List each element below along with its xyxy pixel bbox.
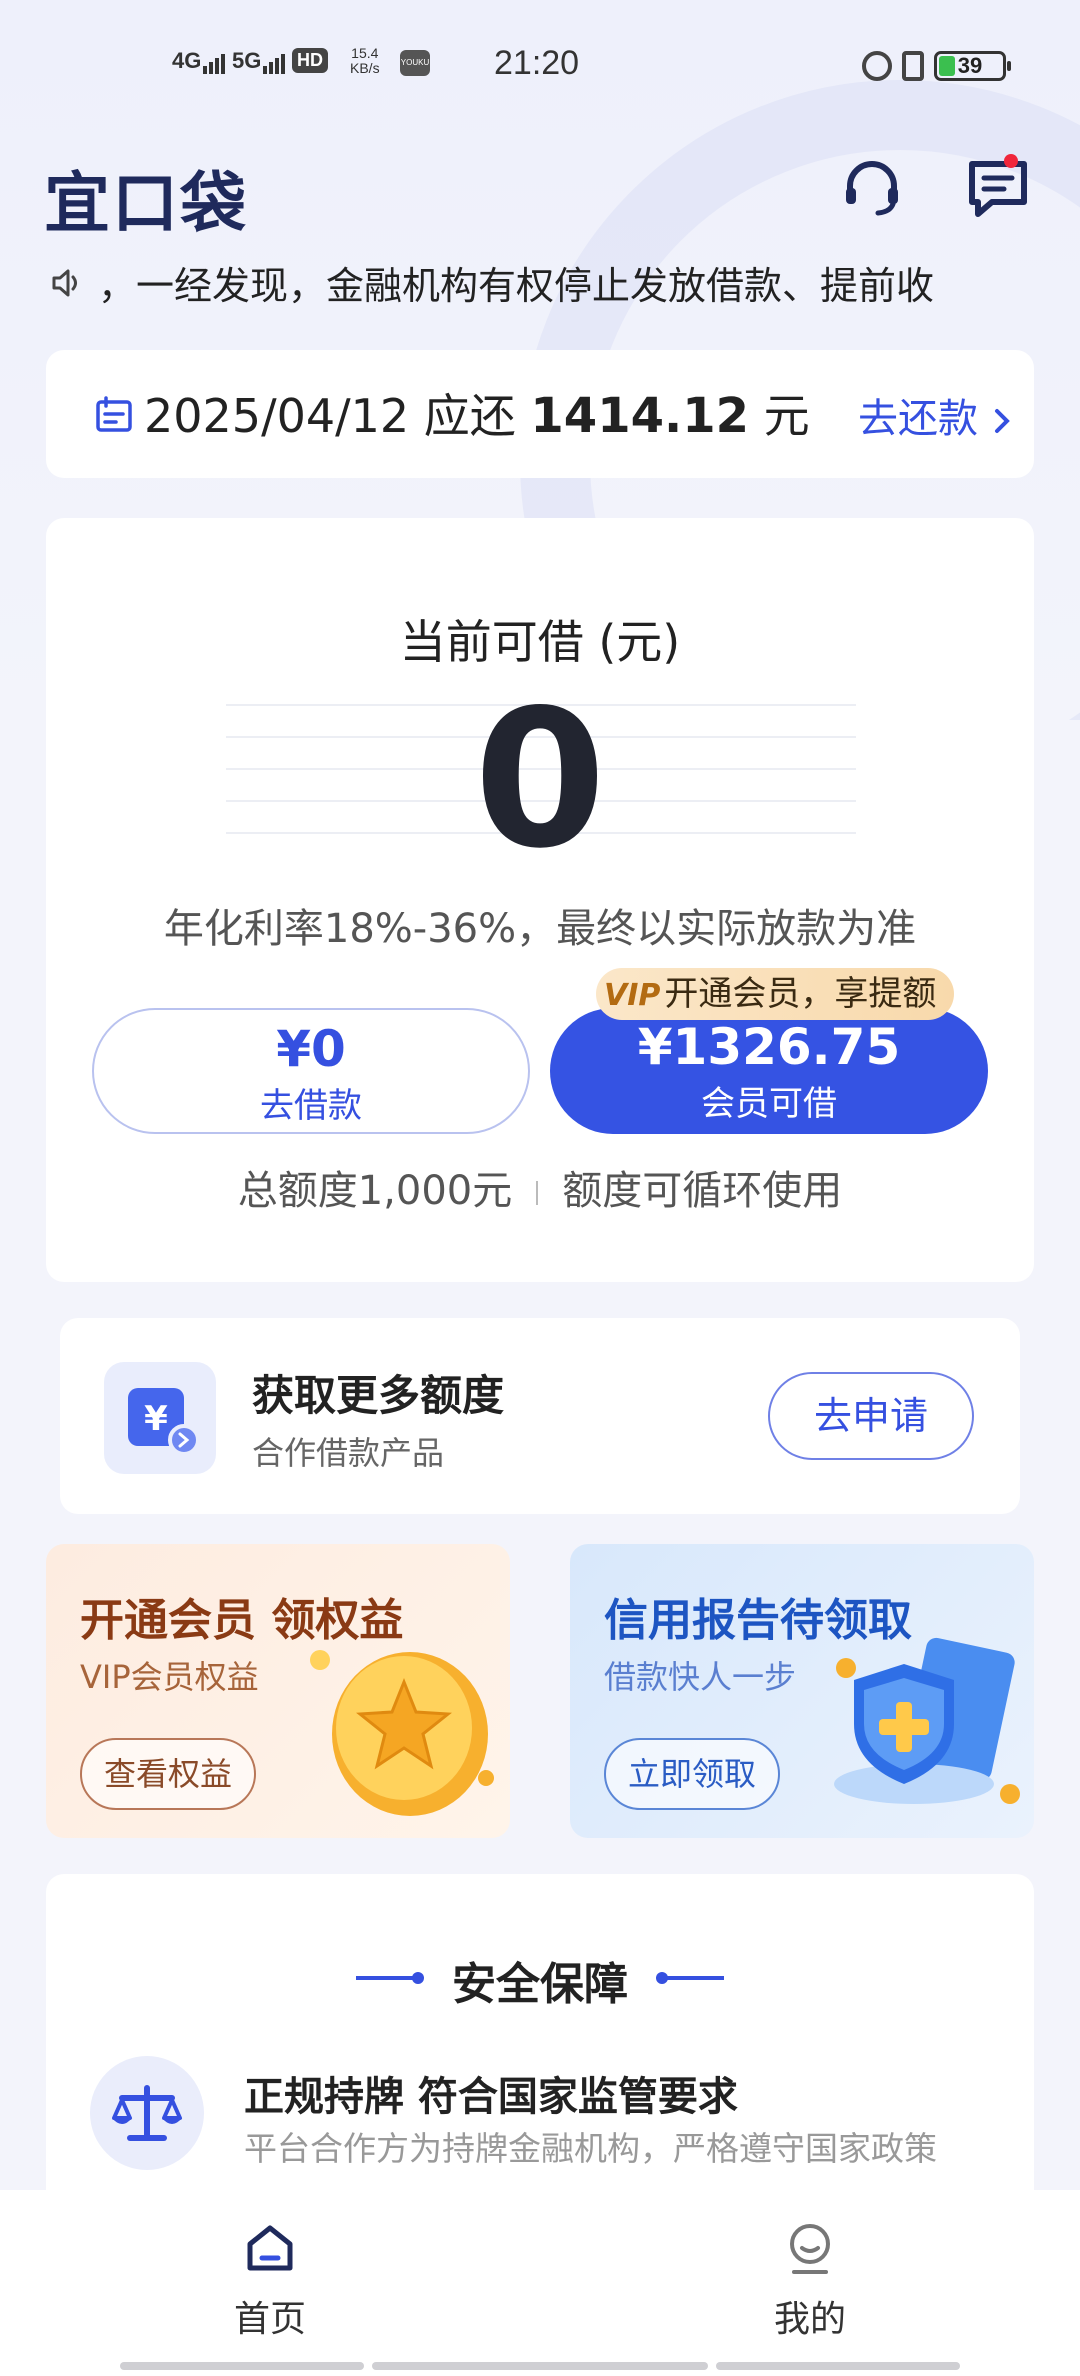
more-quota-card[interactable]: ¥ 获取更多额度 合作借款产品 去申请 <box>60 1318 1020 1514</box>
safety-item-title: 正规持牌 符合国家监管要求 <box>244 2074 738 2120</box>
more-quota-subtitle: 合作借款产品 <box>252 1434 445 1472</box>
network-speed: 15.4 KB/s <box>350 45 380 76</box>
credit-report-card[interactable]: 信用报告待领取 借款快人一步 立即领取 <box>570 1544 1034 1838</box>
notice-text: ，一经发现，金融机构有权停止发放借款、提前收 <box>98 264 935 308</box>
view-benefits-button[interactable]: 查看权益 <box>80 1738 257 1810</box>
home-icon <box>247 2225 293 2271</box>
battery-icon: 39 <box>934 51 1011 81</box>
youku-app-icon: YOUKU <box>400 50 430 76</box>
tab-home-label: 首页 <box>233 2299 306 2340</box>
safety-title: 安全保障 <box>452 1959 628 2010</box>
gesture-bar <box>120 2362 364 2370</box>
safety-item-description: 平台合作方为持牌金融机构，严格遵守国家政策 <box>244 2129 937 2168</box>
vip-badge-icon: VIP <box>604 978 661 1013</box>
shield-document-icon <box>834 1637 1020 1804</box>
vibrate-icon <box>902 51 924 81</box>
interest-rate-note: 年化利率18%-36%，最终以实际放款为准 <box>163 906 917 952</box>
message-icon[interactable] <box>966 156 1030 220</box>
bill-icon <box>96 396 132 432</box>
status-bar: 4G 5G HD 15.4 KB/s YOUKU 21:20 39 <box>0 40 1080 96</box>
message-unread-dot <box>1004 154 1018 168</box>
more-quota-title: 获取更多额度 <box>252 1371 505 1420</box>
svg-text:¥: ¥ <box>144 1399 168 1439</box>
notice-marquee[interactable]: ，一经发现，金融机构有权停止发放借款、提前收 <box>48 255 1032 311</box>
due-summary: 2025/04/12 应还 1414.12 元 <box>144 388 810 444</box>
tab-home[interactable]: 首页 <box>170 2220 370 2342</box>
hd-icon: HD <box>292 48 328 73</box>
yuan-wallet-icon: ¥ <box>104 1362 216 1474</box>
claim-now-button[interactable]: 立即领取 <box>604 1738 781 1810</box>
signal-5g: 5G <box>232 48 287 74</box>
vip-promo-subtitle: VIP会员权益 <box>80 1658 259 1696</box>
credit-promo-subtitle: 借款快人一步 <box>604 1658 797 1696</box>
tab-me-label: 我的 <box>773 2299 846 2340</box>
gold-coin-star-icon <box>310 1650 494 1816</box>
app-logo: 宜口袋 <box>44 165 248 242</box>
gesture-bar <box>372 2362 708 2370</box>
vip-borrow-button[interactable]: ¥1326.75 会员可借 <box>550 1008 988 1134</box>
clock: 21:20 <box>494 44 580 82</box>
bottom-tab-bar: 首页 我的 <box>0 2190 1080 2376</box>
quota-info: 总额度1,000元 额度可循环使用 <box>237 1168 843 1214</box>
chevron-right-icon <box>994 409 1010 433</box>
balance-scale-icon <box>90 2056 204 2170</box>
speaker-icon <box>52 269 77 296</box>
vip-upgrade-tag[interactable]: VIP 开通会员，享提额 <box>596 968 955 1020</box>
repay-button[interactable]: 去还款 <box>858 386 1015 444</box>
borrow-button[interactable]: ¥0 去借款 <box>92 1008 530 1134</box>
available-credit-title: 当前可借 (元) <box>399 615 681 669</box>
profile-icon <box>790 2224 830 2274</box>
alarm-icon <box>862 51 892 81</box>
headset-icon[interactable] <box>840 156 904 220</box>
credit-card: 当前可借 (元) 0 年化利率18%-36%，最终以实际放款为准 ¥0 去借款 … <box>46 518 1034 1282</box>
repayment-due-card[interactable]: 2025/04/12 应还 1414.12 元 去还款 <box>46 350 1034 478</box>
tab-me[interactable]: 我的 <box>710 2220 910 2342</box>
signal-4g: 4G <box>172 48 227 74</box>
available-credit-amount: 0 <box>473 669 607 890</box>
title-line-decoration <box>662 1976 724 1980</box>
vip-benefits-card[interactable]: 开通会员 领权益 VIP会员权益 查看权益 <box>46 1544 510 1838</box>
gesture-bar <box>716 2362 960 2370</box>
apply-button[interactable]: 去申请 <box>768 1372 974 1460</box>
